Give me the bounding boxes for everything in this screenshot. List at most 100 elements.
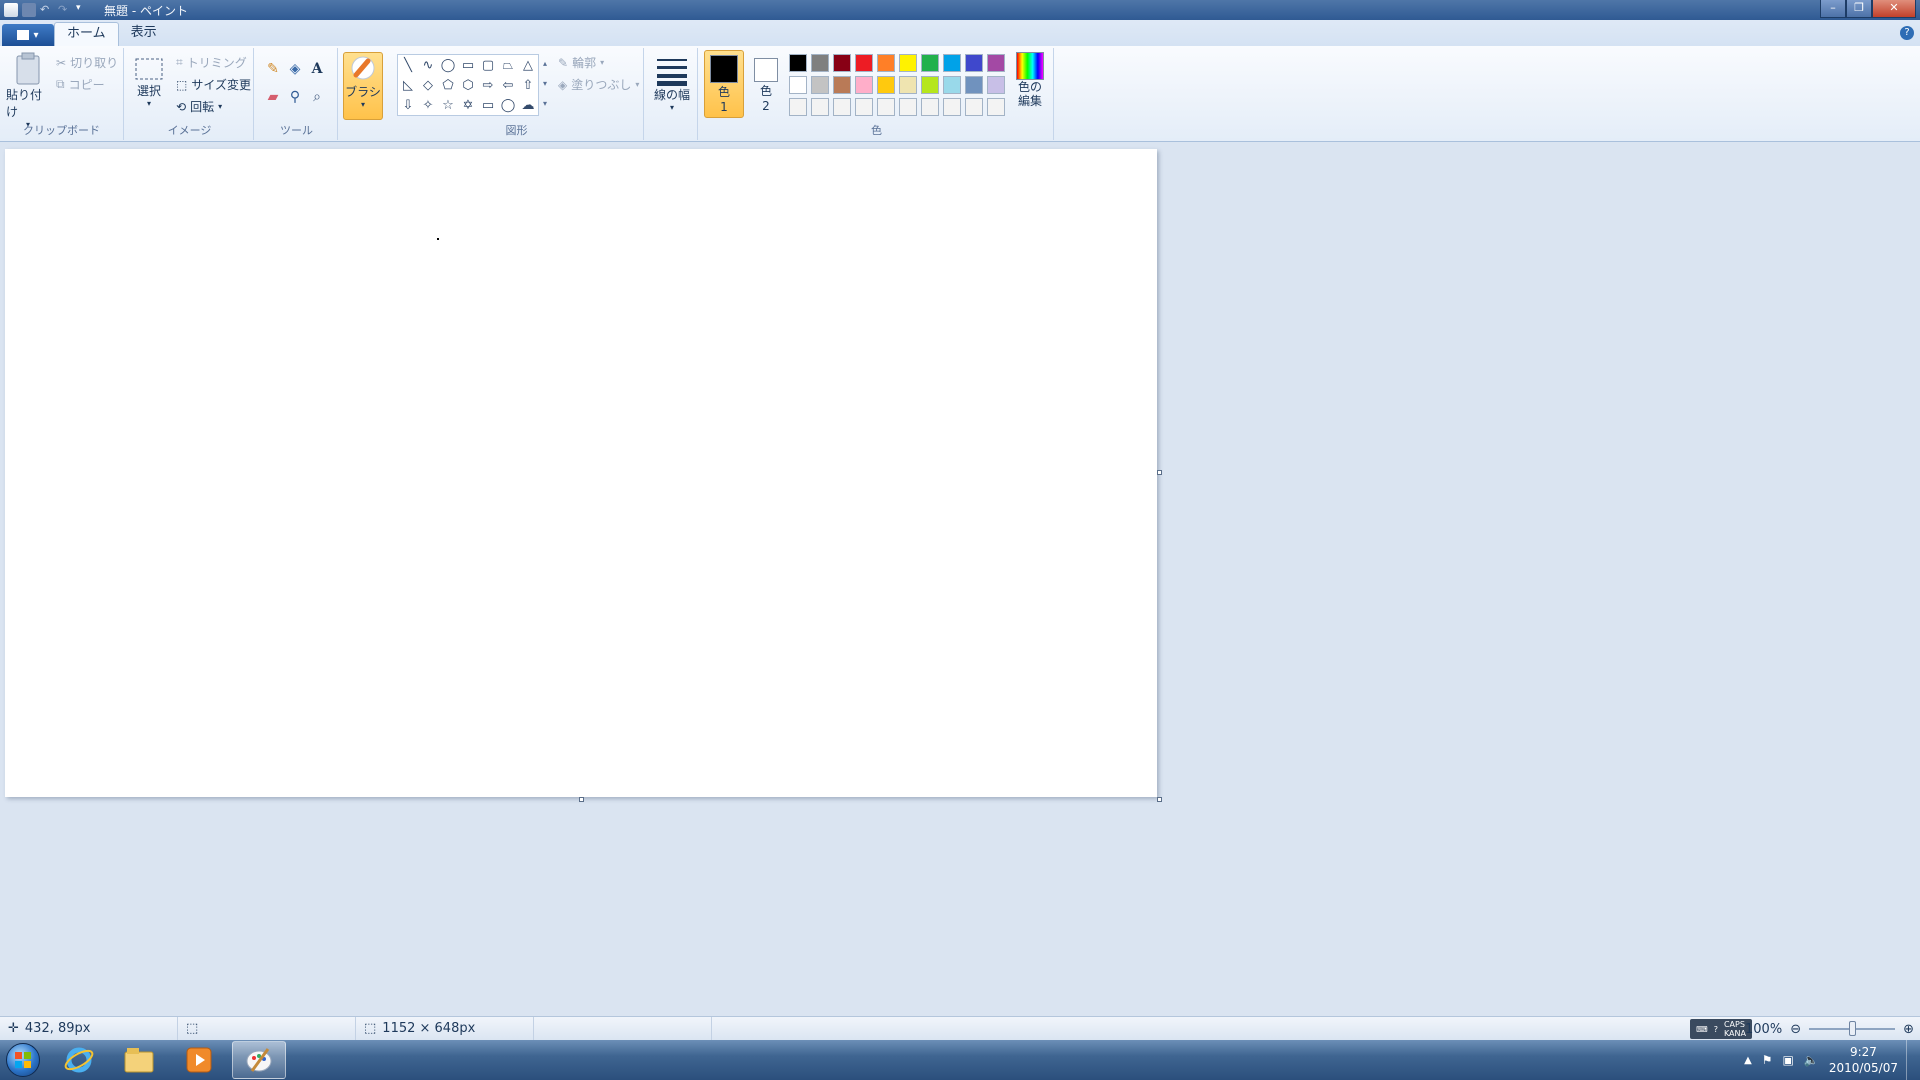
fill-bucket-icon[interactable]: ◈ xyxy=(284,58,306,80)
resize-handle-right[interactable] xyxy=(1157,470,1162,475)
taskbar-explorer[interactable] xyxy=(112,1041,166,1079)
minimize-button[interactable]: – xyxy=(1820,0,1846,18)
color2-button[interactable]: 色 2 xyxy=(748,50,784,118)
palette-swatch[interactable] xyxy=(789,76,807,94)
resize-handle-corner[interactable] xyxy=(1157,797,1162,802)
rounded-callout-shape-icon[interactable]: ▭ xyxy=(478,95,498,115)
cut-button[interactable]: ✂ 切り取り xyxy=(56,54,118,71)
palette-swatch[interactable] xyxy=(811,98,829,116)
outline-button[interactable]: ✎ 輪郭 ▾ xyxy=(558,54,604,71)
eraser-icon[interactable]: ▰ xyxy=(262,86,284,108)
magnifier-icon[interactable]: ⌕ xyxy=(306,86,328,108)
taskbar-internet-explorer[interactable] xyxy=(52,1041,106,1079)
curve-shape-icon[interactable]: ∿ xyxy=(418,55,438,75)
triangle-shape-icon[interactable]: △ xyxy=(518,55,538,75)
palette-swatch[interactable] xyxy=(833,76,851,94)
five-point-star-shape-icon[interactable]: ☆ xyxy=(438,95,458,115)
pentagon-shape-icon[interactable]: ⬠ xyxy=(438,75,458,95)
palette-swatch[interactable] xyxy=(833,98,851,116)
palette-swatch[interactable] xyxy=(877,76,895,94)
customize-qa-dropdown[interactable]: ▾ xyxy=(76,3,90,17)
clock[interactable]: 9:27 2010/05/07 xyxy=(1829,1044,1898,1076)
zoom-slider[interactable] xyxy=(1809,1021,1896,1036)
oval-shape-icon[interactable]: ◯ xyxy=(438,55,458,75)
palette-swatch[interactable] xyxy=(855,98,873,116)
undo-icon[interactable]: ↶ xyxy=(40,3,54,17)
rotate-button[interactable]: ⟲ 回転 ▾ xyxy=(176,98,222,115)
save-icon[interactable] xyxy=(22,3,36,17)
palette-swatch[interactable] xyxy=(965,54,983,72)
palette-swatch[interactable] xyxy=(855,54,873,72)
palette-swatch[interactable] xyxy=(899,76,917,94)
six-point-star-shape-icon[interactable]: ✡ xyxy=(458,95,478,115)
palette-swatch[interactable] xyxy=(899,54,917,72)
palette-swatch[interactable] xyxy=(811,76,829,94)
action-center-flag-icon[interactable]: ⚑ xyxy=(1762,1053,1773,1067)
start-button[interactable] xyxy=(0,1040,46,1080)
palette-swatch[interactable] xyxy=(921,76,939,94)
oval-callout-shape-icon[interactable]: ◯ xyxy=(498,95,518,115)
text-icon[interactable]: A xyxy=(306,58,328,80)
size-button[interactable]: 線の幅 ▾ xyxy=(652,56,692,112)
show-desktop-button[interactable] xyxy=(1906,1040,1920,1080)
shapes-scroll-arrows[interactable]: ▴ ▾ ▾ xyxy=(540,54,550,116)
cloud-callout-shape-icon[interactable]: ☁ xyxy=(518,95,538,115)
palette-swatch[interactable] xyxy=(833,54,851,72)
rounded-rectangle-shape-icon[interactable]: ▢ xyxy=(478,55,498,75)
palette-swatch[interactable] xyxy=(921,98,939,116)
palette-swatch[interactable] xyxy=(899,98,917,116)
palette-swatch[interactable] xyxy=(943,54,961,72)
diamond-shape-icon[interactable]: ◇ xyxy=(418,75,438,95)
polygon-shape-icon[interactable]: ⏢ xyxy=(498,55,518,75)
left-arrow-shape-icon[interactable]: ⇦ xyxy=(498,75,518,95)
four-point-star-shape-icon[interactable]: ✧ xyxy=(418,95,438,115)
edit-colors-button[interactable]: 色の 編集 xyxy=(1012,52,1048,108)
taskbar-media-player[interactable] xyxy=(172,1041,226,1079)
language-bar[interactable]: ⌨ ? CAPS KANA xyxy=(1690,1019,1752,1039)
network-icon[interactable]: ▣ xyxy=(1783,1053,1794,1067)
palette-swatch[interactable] xyxy=(789,98,807,116)
help-icon[interactable]: ? xyxy=(1900,26,1914,40)
palette-swatch[interactable] xyxy=(855,76,873,94)
taskbar-paint[interactable] xyxy=(232,1041,286,1079)
show-hidden-icons[interactable]: ▲ xyxy=(1744,1055,1752,1066)
tab-home[interactable]: ホーム xyxy=(54,22,119,46)
volume-icon[interactable]: 🔈 xyxy=(1804,1053,1819,1067)
palette-swatch[interactable] xyxy=(965,98,983,116)
palette-swatch[interactable] xyxy=(987,76,1005,94)
palette-swatch[interactable] xyxy=(789,54,807,72)
maximize-button[interactable]: ❐ xyxy=(1846,0,1872,18)
right-arrow-shape-icon[interactable]: ⇨ xyxy=(478,75,498,95)
hexagon-shape-icon[interactable]: ⬡ xyxy=(458,75,478,95)
palette-swatch[interactable] xyxy=(811,54,829,72)
palette-swatch[interactable] xyxy=(987,54,1005,72)
brushes-button[interactable]: ブラシ ▾ xyxy=(343,52,383,120)
down-arrow-shape-icon[interactable]: ⇩ xyxy=(398,95,418,115)
tab-view[interactable]: 表示 xyxy=(119,22,169,46)
zoom-slider-thumb[interactable] xyxy=(1849,1021,1857,1036)
canvas-workspace[interactable] xyxy=(0,142,1920,1016)
palette-swatch[interactable] xyxy=(965,76,983,94)
close-button[interactable]: ✕ xyxy=(1872,0,1916,18)
palette-swatch[interactable] xyxy=(987,98,1005,116)
color1-button[interactable]: 色 1 xyxy=(704,50,744,118)
paint-menu-button[interactable]: ▾ xyxy=(2,24,54,46)
copy-button[interactable]: ⧉ コピー xyxy=(56,76,105,93)
zoom-in-icon[interactable]: ⊕ xyxy=(1903,1022,1914,1037)
paint-app-icon[interactable] xyxy=(4,3,18,17)
fill-button[interactable]: ◈ 塗りつぶし ▾ xyxy=(558,76,639,93)
right-triangle-shape-icon[interactable]: ◺ xyxy=(398,75,418,95)
paste-button[interactable]: 貼り付け ▾ xyxy=(6,52,50,129)
rectangle-shape-icon[interactable]: ▭ xyxy=(458,55,478,75)
crop-button[interactable]: ⌗ トリミング xyxy=(176,54,247,71)
color-picker-icon[interactable]: ⚲ xyxy=(284,86,306,108)
resize-button[interactable]: ⬚ サイズ変更 xyxy=(176,76,251,93)
pencil-icon[interactable]: ✎ xyxy=(262,58,284,80)
palette-swatch[interactable] xyxy=(943,76,961,94)
up-arrow-shape-icon[interactable]: ⇧ xyxy=(518,75,538,95)
line-shape-icon[interactable]: ╲ xyxy=(398,55,418,75)
palette-swatch[interactable] xyxy=(921,54,939,72)
palette-swatch[interactable] xyxy=(943,98,961,116)
select-button[interactable]: 選択 ▾ xyxy=(132,56,166,108)
palette-swatch[interactable] xyxy=(877,54,895,72)
